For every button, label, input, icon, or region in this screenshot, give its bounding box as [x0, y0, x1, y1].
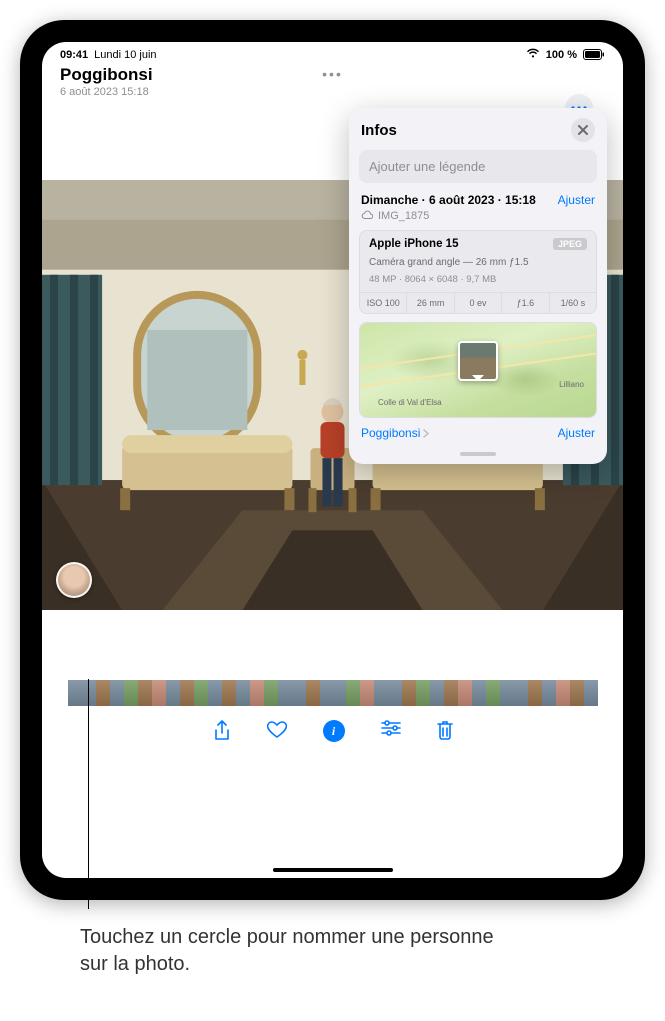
camera-lens: Caméra grand angle — 26 mm ƒ1.5 — [360, 257, 596, 274]
thumbnail[interactable] — [388, 680, 402, 706]
battery-icon — [583, 49, 605, 60]
map-place-1: Colle di Val d'Elsa — [378, 398, 442, 407]
delete-button[interactable] — [437, 720, 453, 747]
info-title: Infos — [361, 122, 397, 139]
caption-input[interactable]: Ajouter une légende — [359, 150, 597, 183]
thumbnail[interactable] — [96, 680, 110, 706]
battery-text: 100 % — [546, 49, 577, 61]
camera-device: Apple iPhone 15 — [369, 238, 458, 250]
info-popover: Infos Ajouter une légende Dimanche · 6 a… — [349, 108, 607, 464]
home-indicator[interactable] — [273, 868, 393, 872]
thumbnail[interactable] — [292, 680, 306, 706]
thumbnail[interactable] — [430, 680, 444, 706]
callout: Touchez un cercle pour nommer une person… — [20, 904, 645, 978]
thumbnail[interactable] — [500, 680, 514, 706]
multitask-dots-icon[interactable]: ••• — [322, 66, 343, 82]
location-link[interactable]: Poggibonsi — [361, 426, 429, 440]
camera-specs: 48 MP · 8064 × 6048 · 9,7 MB — [360, 274, 596, 292]
thumbnail[interactable] — [306, 680, 320, 706]
face-tag-circle[interactable] — [56, 562, 92, 598]
thumbnail-current[interactable] — [320, 680, 346, 706]
format-badge: JPEG — [553, 238, 587, 250]
exif-row: ISO 100 26 mm 0 ev ƒ1.6 1/60 s — [360, 292, 596, 313]
close-button[interactable] — [571, 118, 595, 142]
thumbnail[interactable] — [236, 680, 250, 706]
thumbnail-strip[interactable] — [42, 680, 623, 706]
thumbnail[interactable] — [166, 680, 180, 706]
thumbnail[interactable] — [138, 680, 152, 706]
thumbnail[interactable] — [346, 680, 360, 706]
cloud-icon — [361, 210, 373, 222]
map-photo-pin[interactable] — [458, 341, 498, 381]
status-time: 09:41 — [60, 49, 88, 61]
thumbnail[interactable] — [584, 680, 598, 706]
wifi-icon — [526, 48, 540, 61]
share-button[interactable] — [213, 720, 231, 747]
thumbnail[interactable] — [458, 680, 472, 706]
thumbnail[interactable] — [222, 680, 236, 706]
popover-grabber[interactable] — [460, 452, 496, 456]
status-bar: 09:41 Lundi 10 juin 100 % — [42, 42, 623, 63]
thumbnail[interactable] — [278, 680, 292, 706]
thumbnail[interactable] — [124, 680, 138, 706]
thumbnail[interactable] — [194, 680, 208, 706]
ipad-frame: 09:41 Lundi 10 juin 100 % ••• Poggibonsi… — [20, 20, 645, 900]
thumbnail[interactable] — [556, 680, 570, 706]
adjust-date-button[interactable]: Ajuster — [558, 193, 595, 207]
status-date: Lundi 10 juin — [94, 49, 156, 61]
thumbnail[interactable] — [472, 680, 486, 706]
thumbnail[interactable] — [570, 680, 584, 706]
bottom-toolbar: i — [42, 706, 623, 753]
exif-shutter: 1/60 s — [550, 293, 596, 313]
camera-info-block: Apple iPhone 15 JPEG Caméra grand angle … — [359, 230, 597, 314]
exif-focal: 26 mm — [407, 293, 454, 313]
thumbnail[interactable] — [416, 680, 430, 706]
thumbnail[interactable] — [68, 680, 82, 706]
thumbnail[interactable] — [402, 680, 416, 706]
callout-text: Touchez un cercle pour nommer une person… — [80, 924, 500, 978]
thumbnail[interactable] — [250, 680, 264, 706]
location-map[interactable]: Colle di Val d'Elsa Lilliano — [360, 323, 596, 417]
callout-line — [88, 679, 89, 909]
edit-button[interactable] — [381, 720, 401, 747]
thumbnail[interactable] — [360, 680, 374, 706]
info-button[interactable]: i — [323, 720, 345, 742]
thumbnail[interactable] — [152, 680, 166, 706]
thumbnail[interactable] — [514, 680, 528, 706]
info-date: Dimanche · 6 août 2023 · 15:18 — [361, 193, 536, 207]
thumbnail[interactable] — [110, 680, 124, 706]
date-subtitle: 6 août 2023 15:18 — [60, 86, 605, 98]
map-place-2: Lilliano — [559, 380, 584, 389]
map-block[interactable]: Colle di Val d'Elsa Lilliano — [359, 322, 597, 418]
thumbnail[interactable] — [444, 680, 458, 706]
thumbnail[interactable] — [264, 680, 278, 706]
favorite-button[interactable] — [267, 720, 287, 747]
thumbnail[interactable] — [542, 680, 556, 706]
exif-aperture: ƒ1.6 — [502, 293, 549, 313]
thumbnail[interactable] — [180, 680, 194, 706]
thumbnail[interactable] — [374, 680, 388, 706]
screen: 09:41 Lundi 10 juin 100 % ••• Poggibonsi… — [42, 42, 623, 878]
exif-ev: 0 ev — [455, 293, 502, 313]
exif-iso: ISO 100 — [360, 293, 407, 313]
filename: IMG_1875 — [378, 210, 429, 222]
thumbnail[interactable] — [208, 680, 222, 706]
thumbnail[interactable] — [486, 680, 500, 706]
thumbnail[interactable] — [528, 680, 542, 706]
adjust-location-button[interactable]: Ajuster — [558, 426, 595, 440]
